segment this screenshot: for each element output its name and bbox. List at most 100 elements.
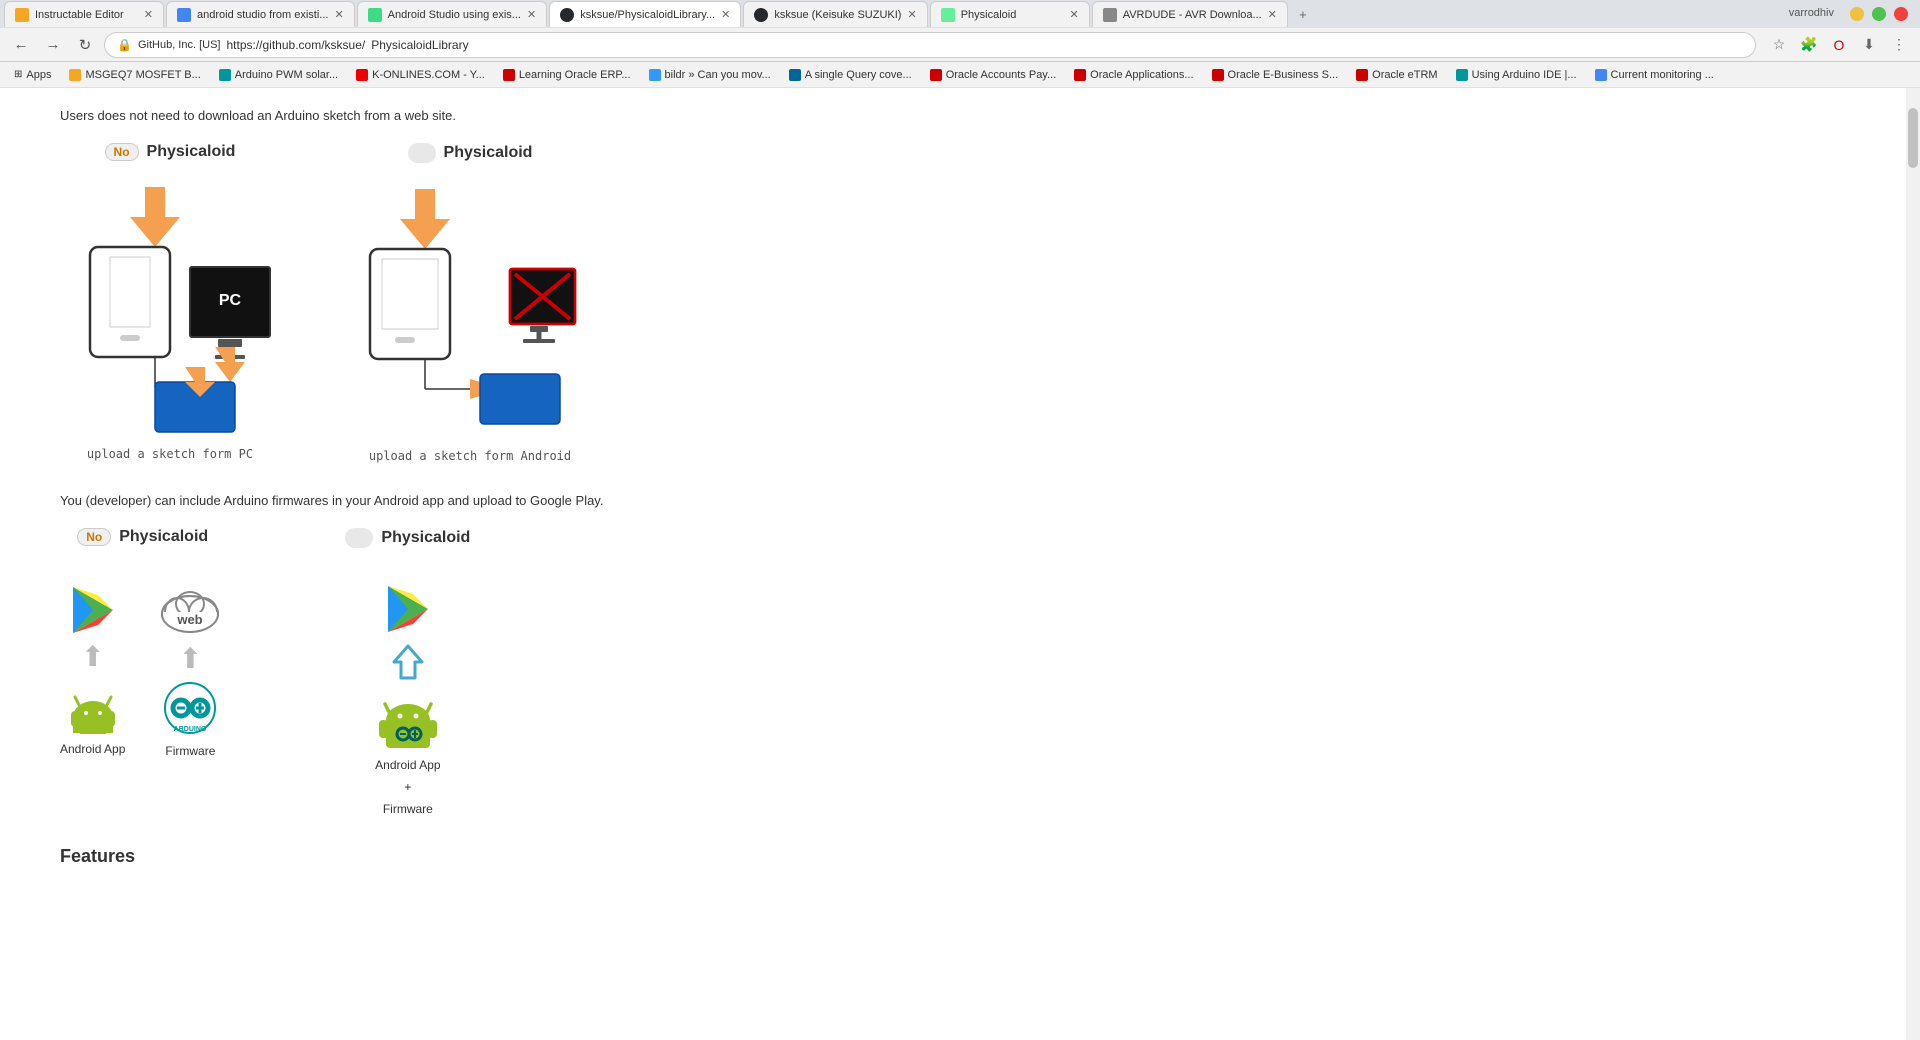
tab-close-btn[interactable]: ✕ (334, 8, 343, 21)
content-area: Users does not need to download an Ardui… (0, 88, 1920, 1040)
diagram1-header: No Physicaloid (105, 143, 236, 161)
nav-icons: ☆ 🧩 O ⬇ ⋮ (1766, 32, 1912, 58)
bookmark-favicon (1456, 69, 1468, 81)
bookmark-arduino-pwm[interactable]: Arduino PWM solar... (211, 64, 346, 86)
bookmark-oracle-accounts[interactable]: Oracle Accounts Pay... (922, 64, 1064, 86)
window-controls: varrodhiv (1789, 7, 1916, 21)
bookmark-label: A single Query cove... (805, 69, 912, 81)
diagram-no-physicaloid: No Physicaloid (60, 143, 280, 461)
google-play-icon-2 (383, 584, 433, 634)
title-bar: Instructable Editor ✕ android studio fro… (0, 0, 1920, 28)
bookmark-arduino-ide[interactable]: Using Arduino IDE |... (1448, 64, 1585, 86)
diagrams-row-2: No Physicaloid (60, 528, 1846, 816)
tab-favicon-github-2 (754, 8, 768, 22)
menu-button[interactable]: ⋮ (1886, 32, 1912, 58)
diagram3-header: No Physicaloid (77, 528, 208, 546)
bookmark-konlines[interactable]: K-ONLINES.COM - Y... (348, 64, 493, 86)
new-tab-button[interactable]: + (1290, 1, 1316, 27)
up-arrow-1: ⬆ (81, 643, 104, 671)
back-button[interactable]: ← (8, 32, 34, 58)
bookmark-msgeq7[interactable]: MSGEQ7 MOSFET B... (61, 64, 208, 86)
diagram2-svg (360, 179, 580, 439)
bookmark-label: Oracle Applications... (1090, 69, 1193, 81)
bookmark-bildr[interactable]: bildr » Can you mov... (641, 64, 779, 86)
svg-text:web: web (177, 612, 203, 627)
forward-button[interactable]: → (40, 32, 66, 58)
address-bar[interactable]: 🔒 GitHub, Inc. [US] https://github.com/k… (104, 32, 1756, 58)
diagram3-play-col: ⬆ (60, 585, 125, 756)
diagram3-web-col: web ⬆ (155, 582, 225, 758)
features-heading: Features (60, 846, 1846, 867)
bookmark-star-button[interactable]: ☆ (1766, 32, 1792, 58)
diagram1-svg: PC (60, 177, 280, 437)
minimize-button[interactable] (1850, 7, 1864, 21)
tab-android-studio-1[interactable]: android studio from existi... ✕ (166, 1, 355, 27)
tab-physicaloid-library[interactable]: ksksue/PhysicaloidLibrary... ✕ (549, 1, 741, 27)
tab-close-btn[interactable]: ✕ (1268, 8, 1277, 21)
tab-close-btn[interactable]: ✕ (907, 8, 916, 21)
bookmark-oracle-erp[interactable]: Learning Oracle ERP... (495, 64, 639, 86)
diagram4-label2: + (404, 780, 411, 794)
tab-instructable-editor[interactable]: Instructable Editor ✕ (4, 1, 164, 27)
bookmark-oracle-etrm[interactable]: Oracle eTRM (1348, 64, 1445, 86)
bookmark-favicon (1356, 69, 1368, 81)
bookmark-label: Arduino PWM solar... (235, 69, 338, 81)
circle-badge-4 (345, 528, 373, 548)
reload-button[interactable]: ↻ (72, 32, 98, 58)
bookmark-label: MSGEQ7 MOSFET B... (85, 69, 200, 81)
url-suffix: PhysicaloidLibrary (371, 38, 468, 52)
bookmark-label: Current monitoring ... (1611, 69, 1714, 81)
intro-text: Users does not need to download an Ardui… (60, 108, 1846, 123)
diagram2-title: Physicaloid (444, 144, 533, 162)
bookmark-oracle-applications[interactable]: Oracle Applications... (1066, 64, 1201, 86)
no-badge-3: No (77, 528, 111, 546)
bookmark-single-query[interactable]: A single Query cove... (781, 64, 920, 86)
diagram3-icon-row-top: ⬆ (60, 582, 225, 758)
diagram1-caption: upload a sketch form PC (87, 447, 253, 461)
tab-physicaloid[interactable]: Physicaloid ✕ (930, 1, 1090, 27)
bookmark-apps[interactable]: ⊞ Apps (6, 64, 59, 86)
second-section-text: You (developer) can include Arduino firm… (60, 493, 1846, 508)
bookmark-label: Oracle Accounts Pay... (946, 69, 1056, 81)
opera-button[interactable]: O (1826, 32, 1852, 58)
tab-favicon-instructable (15, 8, 29, 22)
diagram4-physicaloid: Physicaloid (345, 528, 470, 816)
bookmark-favicon (1212, 69, 1224, 81)
bookmark-oracle-ebusiness[interactable]: Oracle E-Business S... (1204, 64, 1347, 86)
tab-close-btn[interactable]: ✕ (721, 8, 730, 21)
tab-close-btn[interactable]: ✕ (1069, 8, 1078, 21)
tab-avrdude[interactable]: AVRDUDE - AVR Downloa... ✕ (1092, 1, 1288, 27)
tab-close-btn[interactable]: ✕ (527, 8, 536, 21)
tab-android-studio-2[interactable]: Android Studio using exis... ✕ (357, 1, 548, 27)
bookmark-favicon (930, 69, 942, 81)
diagram2-caption: upload a sketch form Android (369, 449, 571, 463)
tab-close-btn[interactable]: ✕ (144, 8, 153, 21)
restore-button[interactable] (1872, 7, 1886, 21)
tab-favicon-github (560, 8, 574, 22)
bookmark-favicon (1595, 69, 1607, 81)
bookmark-current-monitoring[interactable]: Current monitoring ... (1587, 64, 1722, 86)
android-icon-2 (378, 690, 438, 750)
diagram4-header: Physicaloid (345, 528, 470, 548)
download-button[interactable]: ⬇ (1856, 32, 1882, 58)
diagram4-title: Physicaloid (381, 529, 470, 547)
tab-ksksue[interactable]: ksksue (Keisuke SUZUKI) ✕ (743, 1, 927, 27)
user-profile[interactable]: varrodhiv (1789, 7, 1834, 21)
diagram4-label3: Firmware (383, 802, 433, 816)
nav-bar: ← → ↻ 🔒 GitHub, Inc. [US] https://github… (0, 28, 1920, 62)
extensions-button[interactable]: 🧩 (1796, 32, 1822, 58)
apps-icon: ⊞ (14, 69, 22, 80)
diagram3-label1: Android App (60, 742, 125, 756)
tab-label: Android Studio using exis... (388, 9, 521, 21)
scrollbar[interactable] (1906, 88, 1920, 1040)
tab-favicon-physicaloid (941, 8, 955, 22)
bookmark-label: Oracle E-Business S... (1228, 69, 1339, 81)
bookmark-label: Using Arduino IDE |... (1472, 69, 1577, 81)
close-button[interactable] (1894, 7, 1908, 21)
no-badge-1: No (105, 143, 139, 161)
tab-label: Instructable Editor (35, 9, 124, 21)
scrollbar-thumb[interactable] (1908, 108, 1918, 168)
bookmark-favicon (1074, 69, 1086, 81)
diagram2-header: Physicaloid (408, 143, 533, 163)
secure-lock-icon: 🔒 (117, 38, 132, 52)
